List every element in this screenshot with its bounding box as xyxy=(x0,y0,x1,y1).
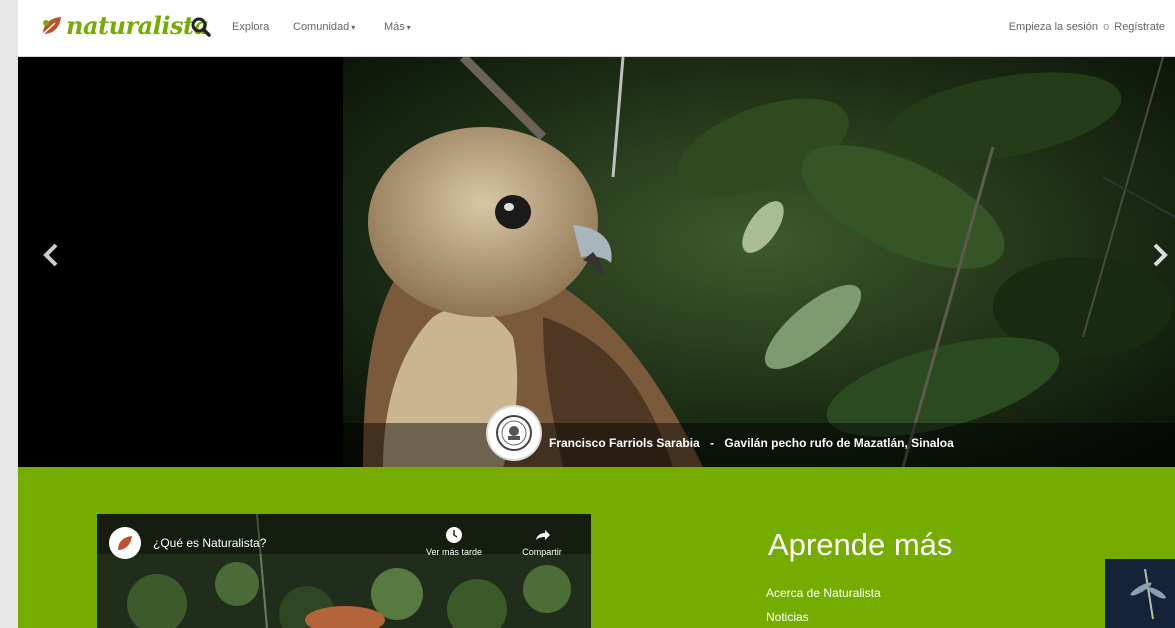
video-player[interactable]: ¿Qué es Naturalista? Ver más tarde Compa… xyxy=(97,514,591,628)
signup-link[interactable]: Regístrate xyxy=(1114,21,1165,33)
nav-community[interactable]: Comunidad ▾ xyxy=(293,21,355,33)
login-link[interactable]: Empieza la sesión xyxy=(1009,21,1098,33)
auth-links: Empieza la sesión o Regístrate xyxy=(1009,21,1165,33)
about-link[interactable]: Acerca de Naturalista xyxy=(766,586,881,600)
side-thumbnail[interactable] xyxy=(1105,559,1175,628)
channel-avatar[interactable] xyxy=(109,527,141,559)
clock-icon xyxy=(446,527,462,543)
hero-caption: Francisco Farriols Sarabia - Gavilán pec… xyxy=(549,436,954,450)
photographer-avatar[interactable] xyxy=(488,407,540,459)
seal-icon xyxy=(496,415,532,451)
share-icon xyxy=(536,530,550,540)
intro-section: ¿Qué es Naturalista? Ver más tarde Compa… xyxy=(18,467,1175,628)
nav-community-label: Comunidad xyxy=(293,21,350,33)
watch-later-button[interactable]: Ver más tarde xyxy=(419,525,489,557)
site-logo[interactable]: naturalista xyxy=(40,11,209,40)
chevron-left-icon[interactable] xyxy=(36,235,66,275)
browser-left-edge xyxy=(0,0,18,628)
leaf-logo-icon xyxy=(118,536,132,550)
leaf-logo-icon xyxy=(42,16,61,35)
nav-more-label: Más xyxy=(384,21,405,33)
chevron-right-icon[interactable] xyxy=(1145,235,1175,275)
nav-more[interactable]: Más ▾ xyxy=(384,21,411,33)
hawk-photo xyxy=(343,57,1175,467)
top-navbar: naturalista Explora Comunidad ▾ Más ▾ Empi… xyxy=(18,0,1175,57)
nav-explore-label: Explora xyxy=(232,21,270,33)
watch-later-label: Ver más tarde xyxy=(425,547,483,557)
learn-more-heading: Aprende más xyxy=(768,527,953,562)
photographer-name[interactable]: Francisco Farriols Sarabia xyxy=(549,436,700,450)
news-link[interactable]: Noticias xyxy=(766,610,809,624)
caption-dash: - xyxy=(710,436,715,450)
caret-down-icon: ▾ xyxy=(351,23,356,32)
search-icon[interactable] xyxy=(190,16,212,38)
caret-down-icon: ▾ xyxy=(406,23,411,32)
observation-description[interactable]: Gavilán pecho rufo de Mazatlán, Sinaloa xyxy=(724,436,953,450)
share-button[interactable]: Compartir xyxy=(507,525,577,557)
dragonfly-image xyxy=(1105,559,1175,628)
logo-text: naturalista xyxy=(66,11,209,40)
hero-carousel: Francisco Farriols Sarabia - Gavilán pec… xyxy=(18,57,1175,467)
nav-explore[interactable]: Explora xyxy=(232,21,269,33)
share-label: Compartir xyxy=(522,547,562,557)
video-title[interactable]: ¿Qué es Naturalista? xyxy=(153,536,266,550)
auth-separator: o xyxy=(1103,21,1110,33)
